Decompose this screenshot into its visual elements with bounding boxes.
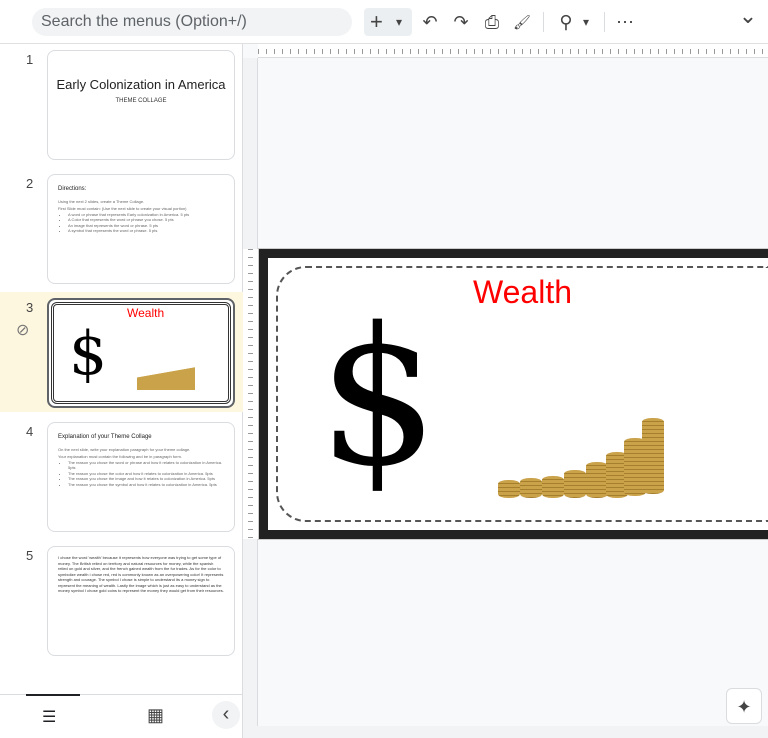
search-menus-input[interactable]: Search the menus (Option+/) [32, 8, 352, 36]
dollar-sign-image[interactable]: $ [318, 298, 439, 498]
more-icon[interactable]: ⋯ [615, 10, 635, 34]
slide-title[interactable]: Wealth [473, 274, 572, 311]
slide-title: Directions: [58, 186, 87, 192]
toolbar: Search the menus (Option+/) + ▾ ↶ ↷ ⎙ 🖌 … [0, 0, 768, 44]
slide-title: Explanation of your Theme Collage [58, 434, 152, 440]
thumbnail[interactable]: I chose the word 'wealth' because it rep… [47, 546, 235, 656]
bullet: The reason you chose the image and how i… [68, 476, 224, 482]
slide-number: 4 [26, 424, 34, 439]
divider [604, 12, 605, 32]
current-slide[interactable]: Wealth $ [258, 248, 768, 540]
vertical-ruler [243, 58, 258, 726]
collapse-menus-icon[interactable]: ⌄ [738, 4, 758, 28]
undo-icon[interactable]: ↶ [420, 10, 440, 34]
thumbnail[interactable]: Directions: Using the next 2 slides, cre… [47, 174, 235, 284]
slide-text: I chose the word 'wealth' because it rep… [58, 555, 224, 593]
chevron-down-icon[interactable]: ▾ [396, 10, 402, 34]
slide-title: Wealth [127, 306, 165, 320]
print-icon[interactable]: ⎙ [482, 10, 502, 34]
horizontal-scrollbar[interactable] [243, 726, 768, 738]
slide-title: Early Colonization in America [56, 77, 226, 92]
filmstrip-footer: ☰ ▦ ‹ [0, 694, 243, 738]
bullet: The reason you chose the word or phrase … [68, 460, 224, 471]
link-icon: ⊘ [16, 322, 30, 339]
filmstrip-view-icon[interactable]: ☰ [42, 707, 56, 727]
bullet: A symbol that represents the word or phr… [68, 228, 224, 234]
thumbnail[interactable]: Explanation of your Theme Collage On the… [47, 422, 235, 532]
slide-thumbnail-5[interactable]: 5 I chose the word 'wealth' because it r… [0, 540, 243, 660]
dollar-sign-image: $ [69, 319, 108, 389]
slide-number: 1 [26, 52, 34, 67]
horizontal-ruler [258, 44, 768, 58]
slide-canvas: Wealth $ [258, 58, 768, 726]
add-icon[interactable]: + [370, 10, 383, 34]
slide-subtitle: THEME COLLAGE [115, 98, 167, 104]
grid-view-icon[interactable]: ▦ [147, 705, 164, 726]
slide-number: 3 [26, 300, 34, 315]
slide-thumbnail-1[interactable]: 1 Early Colonization in America THEME CO… [0, 44, 243, 164]
slide-thumbnail-3[interactable]: 3 ⊘ Wealth $ [0, 292, 243, 412]
bullet: The reason you chose the symbol and how … [68, 482, 224, 488]
slide-thumbnail-4[interactable]: 4 Explanation of your Theme Collage On t… [0, 416, 243, 536]
chevron-down-icon[interactable]: ▾ [583, 10, 589, 34]
zoom-icon[interactable]: ⚲ [556, 10, 576, 34]
filmstrip: 1 Early Colonization in America THEME CO… [0, 44, 243, 694]
thumbnail[interactable]: Wealth $ [47, 298, 235, 408]
collapse-filmstrip-icon[interactable]: ‹ [212, 701, 240, 729]
slide-text: On the next slide, write your explanatio… [58, 446, 191, 452]
redo-icon[interactable]: ↷ [451, 10, 471, 34]
slide-text: Using the next 2 slides, create a Theme … [58, 198, 145, 204]
slide-number: 5 [26, 548, 34, 563]
gold-coins-image [137, 362, 195, 390]
thumbnail[interactable]: Early Colonization in America THEME COLL… [47, 50, 235, 160]
divider [543, 12, 544, 32]
paint-format-icon[interactable]: 🖌 [512, 10, 532, 34]
assist-sparkle-icon[interactable]: ✦ [726, 688, 762, 724]
slide-number: 2 [26, 176, 34, 191]
slide-thumbnail-2[interactable]: 2 Directions: Using the next 2 slides, c… [0, 168, 243, 288]
